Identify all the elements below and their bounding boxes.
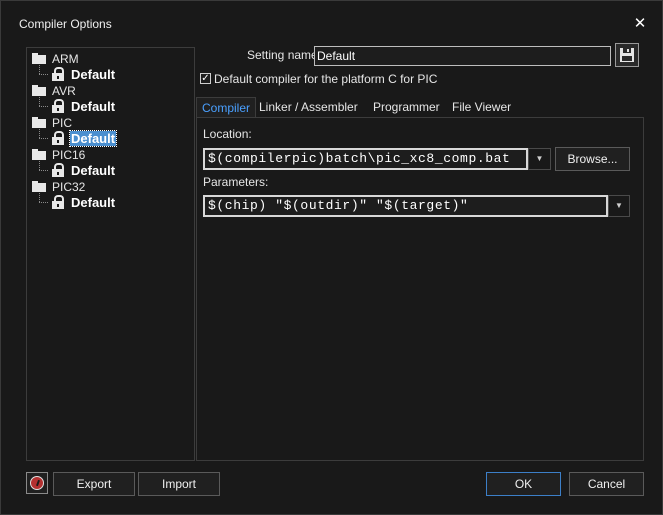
- cancel-button[interactable]: Cancel: [569, 472, 644, 496]
- help-button[interactable]: [26, 472, 48, 494]
- export-button[interactable]: Export: [53, 472, 135, 496]
- window-title: Compiler Options: [19, 17, 112, 31]
- location-input[interactable]: $(compilerpic)batch\pic_xc8_comp.bat: [203, 148, 528, 170]
- tree-node-label: PIC16: [52, 148, 86, 162]
- folder-icon: [32, 53, 46, 64]
- lock-icon: [52, 67, 64, 81]
- tree-node-label: ARM: [52, 52, 79, 66]
- options-tab-bar: Compiler Linker / Assembler Programmer F…: [196, 97, 644, 117]
- ok-button[interactable]: OK: [486, 472, 561, 496]
- folder-icon: [32, 85, 46, 96]
- default-compiler-label: Default compiler for the platform C for …: [214, 72, 438, 86]
- folder-icon: [32, 149, 46, 160]
- tab-programmer[interactable]: Programmer: [368, 97, 445, 117]
- tab-compiler[interactable]: Compiler: [196, 97, 257, 117]
- setting-name-input[interactable]: Default: [314, 46, 611, 66]
- lock-icon: [52, 99, 64, 113]
- folder-icon: [32, 117, 46, 128]
- close-icon[interactable]: ✕: [631, 15, 649, 33]
- compiler-options-dialog: Compiler Options ✕ ARM Default AVR Defau…: [0, 0, 663, 515]
- tree-leaf-label-selected: Default: [68, 130, 118, 147]
- title-bar: Compiler Options ✕: [1, 1, 662, 43]
- platform-tree[interactable]: ARM Default AVR Default PIC Default PIC1…: [26, 47, 195, 461]
- tab-linker-assembler[interactable]: Linker / Assembler: [254, 97, 363, 117]
- browse-button[interactable]: Browse...: [555, 147, 630, 171]
- parameters-label: Parameters:: [203, 175, 269, 189]
- tree-leaf-label: Default: [71, 67, 116, 82]
- folder-icon: [32, 181, 46, 192]
- tree-leaf-label: Default: [71, 195, 116, 210]
- tree-node-label: PIC32: [52, 180, 86, 194]
- default-compiler-checkbox[interactable]: ✓: [200, 73, 211, 84]
- chevron-down-icon: ▼: [535, 154, 544, 163]
- compiler-tab-panel: Location: $(compilerpic)batch\pic_xc8_co…: [196, 117, 644, 461]
- save-button[interactable]: [615, 43, 639, 67]
- floppy-disk-icon: [620, 48, 634, 62]
- lock-icon: [52, 195, 64, 209]
- help-icon: [30, 476, 44, 490]
- import-button[interactable]: Import: [138, 472, 220, 496]
- lock-icon: [52, 163, 64, 177]
- tree-leaf-label: Default: [71, 163, 116, 178]
- location-label: Location:: [203, 127, 252, 141]
- tree-leaf-label: Default: [71, 99, 116, 114]
- tree-node-label: PIC: [52, 116, 73, 130]
- setting-name-label: Setting name:: [247, 48, 322, 62]
- tree-node-label: AVR: [52, 84, 76, 98]
- parameters-input[interactable]: $(chip) "$(outdir)" "$(target)": [203, 195, 608, 217]
- tab-file-viewer[interactable]: File Viewer: [447, 97, 516, 117]
- location-dropdown-button[interactable]: ▼: [528, 148, 551, 170]
- parameters-dropdown-button[interactable]: ▼: [608, 195, 630, 217]
- chevron-down-icon: ▼: [615, 201, 623, 210]
- lock-icon: [52, 131, 64, 145]
